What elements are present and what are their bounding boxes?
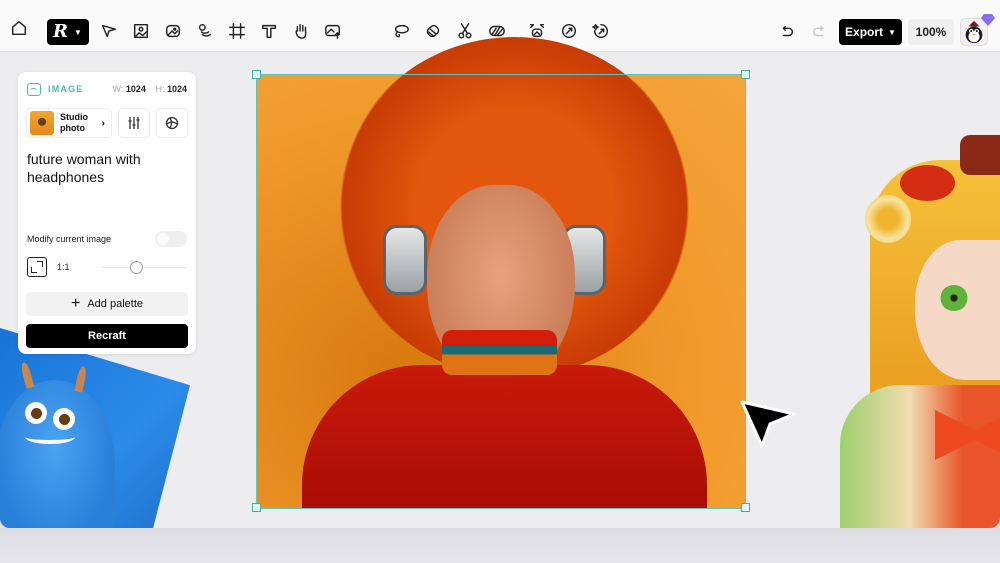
anime-outfit [840, 385, 1000, 528]
user-avatar[interactable] [960, 14, 995, 46]
frame-tool-icon[interactable] [226, 20, 248, 42]
penguin-avatar-icon [965, 20, 983, 44]
color-settings-button[interactable] [156, 108, 188, 138]
resize-handle-top-left[interactable] [252, 70, 261, 79]
resize-handle-bottom-left[interactable] [252, 503, 261, 512]
aspect-ratio-icon[interactable] [27, 257, 47, 277]
mouse-cursor-icon [740, 400, 796, 448]
image-frame-icon[interactable] [130, 20, 152, 42]
monster-horn [74, 365, 88, 393]
modify-current-image-row: Modify current image [27, 231, 187, 247]
image-suit [302, 365, 707, 508]
style-select-button[interactable]: Studio photo › [26, 108, 112, 138]
text-tool-icon[interactable] [258, 20, 280, 42]
modify-current-image-toggle[interactable] [155, 231, 187, 247]
width-label: W: [112, 84, 124, 94]
eraser-icon[interactable] [422, 20, 444, 42]
plus-icon: + [71, 295, 81, 312]
export-button[interactable]: Export ▼ [839, 19, 902, 45]
anime-red-flower [900, 165, 955, 201]
hand-tool-icon[interactable] [290, 20, 312, 42]
style-name-line2: photo [60, 123, 85, 133]
monster-horn [19, 361, 35, 389]
chevron-down-icon: ▼ [888, 27, 896, 37]
app-window: R ▼ Export ▼ 100% IMAGE W: 1024 H: 1024 … [0, 0, 1000, 528]
sliders-icon [128, 117, 140, 129]
image-properties-panel: IMAGE W: 1024 H: 1024 Studio photo › fut… [18, 72, 196, 354]
height-value[interactable]: 1024 [167, 84, 187, 94]
image-icon [27, 82, 41, 96]
monster-eye [25, 402, 47, 424]
image-headphone-left [383, 225, 427, 295]
canvas-image-anime-girl[interactable] [840, 135, 1000, 528]
style-name: Studio photo [60, 112, 88, 134]
export-label: Export [845, 25, 884, 39]
panel-header: IMAGE W: 1024 H: 1024 [27, 82, 187, 96]
redo-button[interactable] [808, 20, 830, 42]
monster-mouth [25, 430, 75, 444]
image-collar [442, 330, 557, 375]
creative-upscale-icon[interactable] [590, 20, 612, 42]
layers-icon[interactable] [194, 20, 216, 42]
brand-menu-button[interactable]: R ▼ [47, 19, 89, 45]
chevron-right-icon: › [101, 117, 105, 129]
aspect-ratio-value: 1:1 [57, 262, 70, 272]
adjust-settings-button[interactable] [118, 108, 150, 138]
zoom-level-button[interactable]: 100% [908, 19, 954, 45]
height-label: H: [155, 84, 165, 94]
selected-image[interactable] [257, 37, 745, 508]
bottom-backdrop [0, 528, 1000, 563]
modify-current-image-label: Modify current image [27, 234, 112, 244]
style-name-line1: Studio [60, 112, 88, 122]
anime-eye [940, 285, 968, 311]
style-thumbnail [30, 111, 54, 135]
image-generate-icon[interactable] [162, 20, 184, 42]
home-icon[interactable] [8, 17, 30, 39]
width-value[interactable]: 1024 [126, 84, 146, 94]
panel-title: IMAGE [48, 84, 84, 94]
aspect-ratio-slider-thumb[interactable] [129, 261, 143, 274]
undo-button[interactable] [776, 20, 798, 42]
select-tool-icon[interactable] [98, 20, 120, 42]
resize-handle-top-right[interactable] [741, 70, 750, 79]
brand-logo: R [53, 21, 68, 42]
image-dimensions: W: 1024 H: 1024 [113, 84, 187, 94]
add-palette-label: Add palette [87, 298, 143, 310]
aspect-ratio-row: 1:1 [27, 257, 187, 277]
recraft-button[interactable]: Recraft [26, 324, 188, 348]
anime-yellow-flower [865, 195, 911, 243]
chevron-down-icon: ▼ [73, 27, 82, 37]
aspect-ratio-slider[interactable] [102, 267, 187, 268]
style-row: Studio photo › [26, 108, 188, 138]
upload-image-icon[interactable] [322, 20, 344, 42]
prompt-input[interactable]: future woman with headphones [27, 150, 187, 186]
monster-figure [0, 361, 115, 528]
resize-handle-bottom-right[interactable] [741, 503, 750, 512]
lasso-icon[interactable] [390, 20, 412, 42]
anime-hat [960, 135, 1000, 175]
upscale-icon[interactable] [558, 20, 580, 42]
add-palette-button[interactable]: + Add palette [26, 292, 188, 316]
monster-eye [53, 408, 75, 430]
scissors-icon[interactable] [454, 20, 476, 42]
palette-swirl-icon [165, 116, 179, 130]
